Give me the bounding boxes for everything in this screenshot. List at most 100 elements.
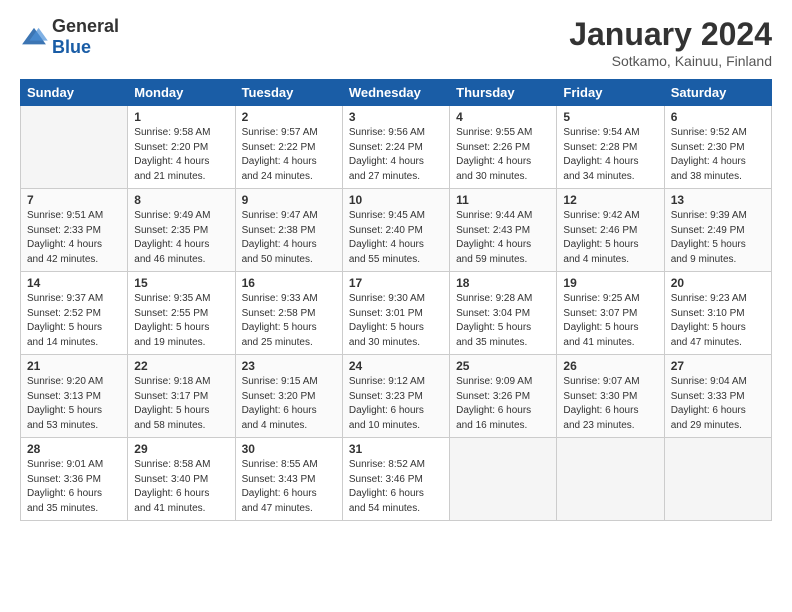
calendar-page: General Blue January 2024 Sotkamo, Kainu… (0, 0, 792, 533)
logo: General Blue (20, 16, 119, 58)
day-info: Sunrise: 9:04 AMSunset: 3:33 PMDaylight:… (671, 375, 765, 433)
week-row-3: 14 Sunrise: 9:37 AMSunset: 2:52 PMDayligh… (21, 272, 772, 355)
day-info: Sunrise: 9:49 AMSunset: 2:35 PMDaylight:… (134, 209, 228, 267)
cell-w4-d4: 24 Sunrise: 9:12 AMSunset: 3:23 PMDayligh… (342, 355, 449, 438)
cell-w3-d3: 16Sunrise: 9:33 AMSunset: 2:58 PMDayligh… (235, 272, 342, 355)
cell-w5-d2: 29 Sunrise: 8:58 AMSunset: 3:40 PMDayligh… (128, 438, 235, 521)
day-number: 12 (563, 193, 657, 207)
day-number: 1 (134, 110, 228, 124)
day-info: Sunrise: 8:55 AMSunset: 3:43 PMDaylight:… (242, 458, 336, 516)
col-thursday: Thursday (450, 80, 557, 106)
col-sunday: Sunday (21, 80, 128, 106)
day-info: Sunrise: 9:12 AMSunset: 3:23 PMDaylight:… (349, 375, 443, 433)
day-info: Sunrise: 9:42 AMSunset: 2:46 PMDaylight:… (563, 209, 657, 267)
cell-w5-d4: 31 Sunrise: 8:52 AMSunset: 3:46 PMDayligh… (342, 438, 449, 521)
day-info: Sunrise: 9:51 AMSunset: 2:33 PMDaylight:… (27, 209, 121, 267)
day-number: 27 (671, 359, 765, 373)
day-number: 4 (456, 110, 550, 124)
day-number: 2 (242, 110, 336, 124)
day-info: Sunrise: 9:07 AMSunset: 3:30 PMDaylight:… (563, 375, 657, 433)
day-info: Sunrise: 9:09 AMSunset: 3:26 PMDaylight:… (456, 375, 550, 433)
col-saturday: Saturday (664, 80, 771, 106)
week-row-5: 28 Sunrise: 9:01 AMSunset: 3:36 PMDayligh… (21, 438, 772, 521)
day-info: Sunrise: 8:52 AMSunset: 3:46 PMDaylight:… (349, 458, 443, 516)
day-number: 6 (671, 110, 765, 124)
calendar-table: Sunday Monday Tuesday Wednesday Thursday… (20, 79, 772, 521)
cell-w5-d3: 30Sunrise: 8:55 AMSunset: 3:43 PMDayligh… (235, 438, 342, 521)
cell-w4-d1: 21 Sunrise: 9:20 AMSunset: 3:13 PMDayligh… (21, 355, 128, 438)
day-info: Sunrise: 9:28 AMSunset: 3:04 PMDaylight:… (456, 292, 550, 350)
day-number: 24 (349, 359, 443, 373)
cell-w3-d4: 17 Sunrise: 9:30 AMSunset: 3:01 PMDayligh… (342, 272, 449, 355)
cell-w1-d4: 3Sunrise: 9:56 AMSunset: 2:24 PMDaylight… (342, 106, 449, 189)
day-info: Sunrise: 9:01 AMSunset: 3:36 PMDaylight:… (27, 458, 121, 516)
cell-w1-d2: 1 Sunrise: 9:58 AMSunset: 2:20 PMDaylight… (128, 106, 235, 189)
day-info: Sunrise: 9:47 AMSunset: 2:38 PMDaylight:… (242, 209, 336, 267)
cell-w1-d6: 5Sunrise: 9:54 AMSunset: 2:28 PMDaylight… (557, 106, 664, 189)
day-number: 5 (563, 110, 657, 124)
day-info: Sunrise: 9:45 AMSunset: 2:40 PMDaylight:… (349, 209, 443, 267)
calendar-title: January 2024 (569, 16, 772, 53)
day-number: 31 (349, 442, 443, 456)
day-number: 20 (671, 276, 765, 290)
cell-w2-d2: 8Sunrise: 9:49 AMSunset: 2:35 PMDaylight… (128, 189, 235, 272)
day-info: Sunrise: 9:25 AMSunset: 3:07 PMDaylight:… (563, 292, 657, 350)
day-number: 25 (456, 359, 550, 373)
cell-w4-d7: 27 Sunrise: 9:04 AMSunset: 3:33 PMDayligh… (664, 355, 771, 438)
col-monday: Monday (128, 80, 235, 106)
cell-w3-d7: 20Sunrise: 9:23 AMSunset: 3:10 PMDayligh… (664, 272, 771, 355)
day-number: 23 (242, 359, 336, 373)
header: General Blue January 2024 Sotkamo, Kainu… (20, 16, 772, 69)
cell-w2-d3: 9Sunrise: 9:47 AMSunset: 2:38 PMDaylight… (235, 189, 342, 272)
day-info: Sunrise: 9:44 AMSunset: 2:43 PMDaylight:… (456, 209, 550, 267)
cell-w2-d6: 12 Sunrise: 9:42 AMSunset: 2:46 PMDayligh… (557, 189, 664, 272)
title-block: January 2024 Sotkamo, Kainuu, Finland (569, 16, 772, 69)
day-number: 26 (563, 359, 657, 373)
col-tuesday: Tuesday (235, 80, 342, 106)
cell-w5-d5 (450, 438, 557, 521)
day-info: Sunrise: 9:52 AMSunset: 2:30 PMDaylight:… (671, 126, 765, 184)
day-info: Sunrise: 9:57 AMSunset: 2:22 PMDaylight:… (242, 126, 336, 184)
cell-w4-d3: 23Sunrise: 9:15 AMSunset: 3:20 PMDayligh… (235, 355, 342, 438)
day-number: 18 (456, 276, 550, 290)
cell-w5-d6 (557, 438, 664, 521)
cell-w3-d5: 18 Sunrise: 9:28 AMSunset: 3:04 PMDayligh… (450, 272, 557, 355)
cell-w1-d7: 6 Sunrise: 9:52 AMSunset: 2:30 PMDaylight… (664, 106, 771, 189)
day-number: 29 (134, 442, 228, 456)
day-info: Sunrise: 9:20 AMSunset: 3:13 PMDaylight:… (27, 375, 121, 433)
day-info: Sunrise: 9:33 AMSunset: 2:58 PMDaylight:… (242, 292, 336, 350)
cell-w4-d5: 25 Sunrise: 9:09 AMSunset: 3:26 PMDayligh… (450, 355, 557, 438)
day-info: Sunrise: 8:58 AMSunset: 3:40 PMDaylight:… (134, 458, 228, 516)
day-info: Sunrise: 9:35 AMSunset: 2:55 PMDaylight:… (134, 292, 228, 350)
day-number: 13 (671, 193, 765, 207)
cell-w1-d5: 4 Sunrise: 9:55 AMSunset: 2:26 PMDaylight… (450, 106, 557, 189)
week-row-1: 1 Sunrise: 9:58 AMSunset: 2:20 PMDaylight… (21, 106, 772, 189)
day-number: 7 (27, 193, 121, 207)
day-info: Sunrise: 9:58 AMSunset: 2:20 PMDaylight:… (134, 126, 228, 184)
week-row-4: 21 Sunrise: 9:20 AMSunset: 3:13 PMDayligh… (21, 355, 772, 438)
day-info: Sunrise: 9:37 AMSunset: 2:52 PMDaylight:… (27, 292, 121, 350)
day-number: 17 (349, 276, 443, 290)
day-info: Sunrise: 9:30 AMSunset: 3:01 PMDaylight:… (349, 292, 443, 350)
day-number: 11 (456, 193, 550, 207)
day-info: Sunrise: 9:39 AMSunset: 2:49 PMDaylight:… (671, 209, 765, 267)
cell-w5-d7 (664, 438, 771, 521)
cell-w3-d2: 15Sunrise: 9:35 AMSunset: 2:55 PMDayligh… (128, 272, 235, 355)
day-number: 14 (27, 276, 121, 290)
cell-w5-d1: 28 Sunrise: 9:01 AMSunset: 3:36 PMDayligh… (21, 438, 128, 521)
logo-text: General Blue (52, 16, 119, 58)
day-number: 21 (27, 359, 121, 373)
cell-w2-d4: 10Sunrise: 9:45 AMSunset: 2:40 PMDayligh… (342, 189, 449, 272)
day-number: 22 (134, 359, 228, 373)
day-number: 28 (27, 442, 121, 456)
logo-icon (20, 26, 48, 48)
logo-blue: Blue (52, 37, 91, 57)
calendar-subtitle: Sotkamo, Kainuu, Finland (569, 53, 772, 69)
col-friday: Friday (557, 80, 664, 106)
day-info: Sunrise: 9:18 AMSunset: 3:17 PMDaylight:… (134, 375, 228, 433)
col-wednesday: Wednesday (342, 80, 449, 106)
logo-general: General (52, 16, 119, 36)
day-info: Sunrise: 9:56 AMSunset: 2:24 PMDaylight:… (349, 126, 443, 184)
day-info: Sunrise: 9:55 AMSunset: 2:26 PMDaylight:… (456, 126, 550, 184)
cell-w2-d5: 11 Sunrise: 9:44 AMSunset: 2:43 PMDayligh… (450, 189, 557, 272)
